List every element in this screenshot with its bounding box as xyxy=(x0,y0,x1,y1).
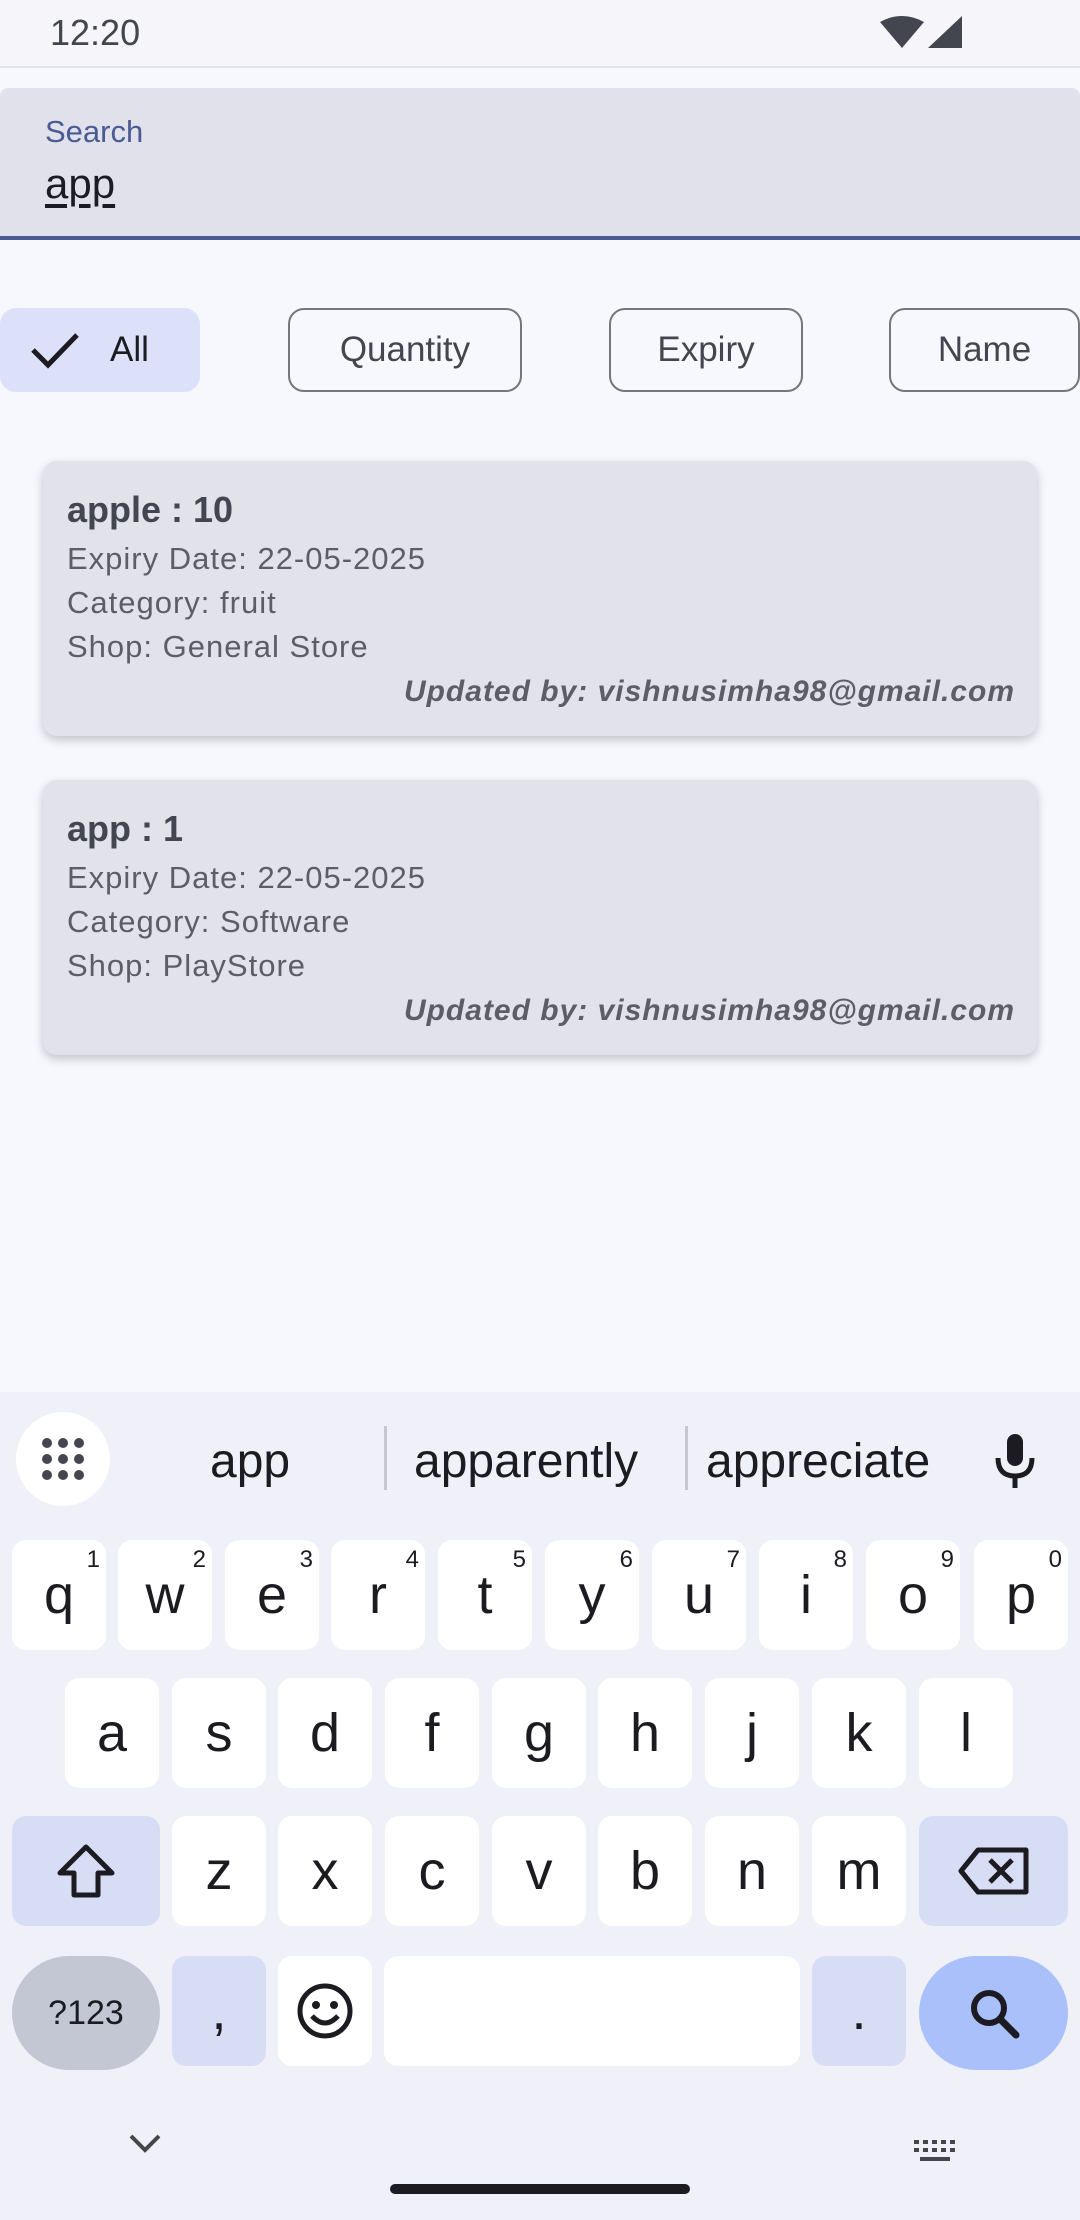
key-b[interactable]: b xyxy=(598,1816,692,1926)
wifi-icon xyxy=(880,16,924,48)
period-key[interactable]: . xyxy=(812,1956,906,2066)
key-c[interactable]: c xyxy=(385,1816,479,1926)
item-category: Category: fruit xyxy=(67,585,277,620)
search-field[interactable]: Search app xyxy=(0,88,1080,240)
status-time: 12:20 xyxy=(50,12,141,53)
filter-chip-name[interactable]: Name xyxy=(889,308,1080,392)
key-o[interactable]: o9 xyxy=(866,1540,960,1650)
key-j[interactable]: j xyxy=(705,1678,799,1788)
search-input[interactable]: app xyxy=(45,160,115,208)
key-q[interactable]: q1 xyxy=(12,1540,106,1650)
filter-chip-all[interactable]: All xyxy=(0,308,200,392)
item-updated-by: Updated by: vishnusimha98@gmail.com xyxy=(403,675,1015,708)
keyboard-apps-button[interactable] xyxy=(16,1412,110,1506)
key-g[interactable]: g xyxy=(492,1678,586,1788)
search-label: Search xyxy=(45,114,144,149)
key-l[interactable]: l xyxy=(919,1678,1013,1788)
key-t[interactable]: t5 xyxy=(438,1540,532,1650)
item-expiry: Expiry Date: 22-05-2025 xyxy=(67,541,427,576)
key-i[interactable]: i8 xyxy=(759,1540,853,1650)
key-u[interactable]: u7 xyxy=(652,1540,746,1650)
filter-chip-label: Quantity xyxy=(339,330,471,369)
suggestion-item[interactable]: app xyxy=(210,1434,290,1489)
key-n[interactable]: n xyxy=(705,1816,799,1926)
key-e[interactable]: e3 xyxy=(225,1540,319,1650)
key-s[interactable]: s xyxy=(172,1678,266,1788)
item-shop: Shop: PlayStore xyxy=(67,948,307,983)
filter-chip-quantity[interactable]: Quantity xyxy=(288,308,522,392)
item-title: app : 1 xyxy=(67,808,184,849)
backspace-icon xyxy=(958,1847,1028,1895)
item-card[interactable]: app : 1 Expiry Date: 22-05-2025 Category… xyxy=(43,780,1037,1055)
key-z[interactable]: z xyxy=(172,1816,266,1926)
chevron-down-icon[interactable] xyxy=(128,2132,162,2154)
emoji-icon xyxy=(297,1983,353,2039)
key-h[interactable]: h xyxy=(598,1678,692,1788)
suggestion-item[interactable]: apparently xyxy=(414,1434,638,1489)
key-y[interactable]: y6 xyxy=(545,1540,639,1650)
emoji-key[interactable] xyxy=(278,1956,372,2066)
comma-key[interactable]: , xyxy=(172,1956,266,2066)
suggestion-item[interactable]: appreciate xyxy=(706,1434,930,1489)
shift-key[interactable] xyxy=(12,1816,160,1926)
key-f[interactable]: f xyxy=(385,1678,479,1788)
filter-chip-label: Name xyxy=(937,330,1032,369)
item-updated-by: Updated by: vishnusimha98@gmail.com xyxy=(403,994,1015,1027)
key-x[interactable]: x xyxy=(278,1816,372,1926)
soft-keyboard: app apparently appreciate q1 w2 e3 r4 t5… xyxy=(0,1392,1080,2220)
apps-grid-icon xyxy=(42,1438,84,1480)
key-w[interactable]: w2 xyxy=(118,1540,212,1650)
filter-chip-label: Expiry xyxy=(657,330,755,369)
symbols-key[interactable]: ?123 xyxy=(12,1956,160,2070)
key-k[interactable]: k xyxy=(812,1678,906,1788)
key-r[interactable]: r4 xyxy=(331,1540,425,1650)
search-icon xyxy=(970,1990,1019,2039)
key-p[interactable]: p0 xyxy=(974,1540,1068,1650)
item-title: apple : 10 xyxy=(67,489,234,530)
key-a[interactable]: a xyxy=(65,1678,159,1788)
filter-chip-expiry[interactable]: Expiry xyxy=(609,308,803,392)
key-v[interactable]: v xyxy=(492,1816,586,1926)
item-shop: Shop: General Store xyxy=(67,629,369,664)
status-bar: 12:20 xyxy=(0,0,1080,68)
home-indicator[interactable] xyxy=(390,2184,690,2194)
check-icon xyxy=(31,333,79,369)
mic-icon[interactable] xyxy=(990,1432,1040,1492)
item-category: Category: Software xyxy=(67,904,351,939)
item-card[interactable]: apple : 10 Expiry Date: 22-05-2025 Categ… xyxy=(43,461,1037,736)
space-key[interactable] xyxy=(384,1956,800,2066)
suggestion-divider xyxy=(685,1426,688,1490)
search-action-key[interactable] xyxy=(919,1956,1068,2070)
key-d[interactable]: d xyxy=(278,1678,372,1788)
shift-icon xyxy=(57,1844,115,1898)
keyboard-icon[interactable] xyxy=(912,2138,958,2164)
signal-icon xyxy=(928,16,962,48)
suggestion-divider xyxy=(384,1426,387,1490)
key-m[interactable]: m xyxy=(812,1816,906,1926)
filter-chip-label: All xyxy=(110,330,149,369)
backspace-key[interactable] xyxy=(919,1816,1068,1926)
item-expiry: Expiry Date: 22-05-2025 xyxy=(67,860,427,895)
